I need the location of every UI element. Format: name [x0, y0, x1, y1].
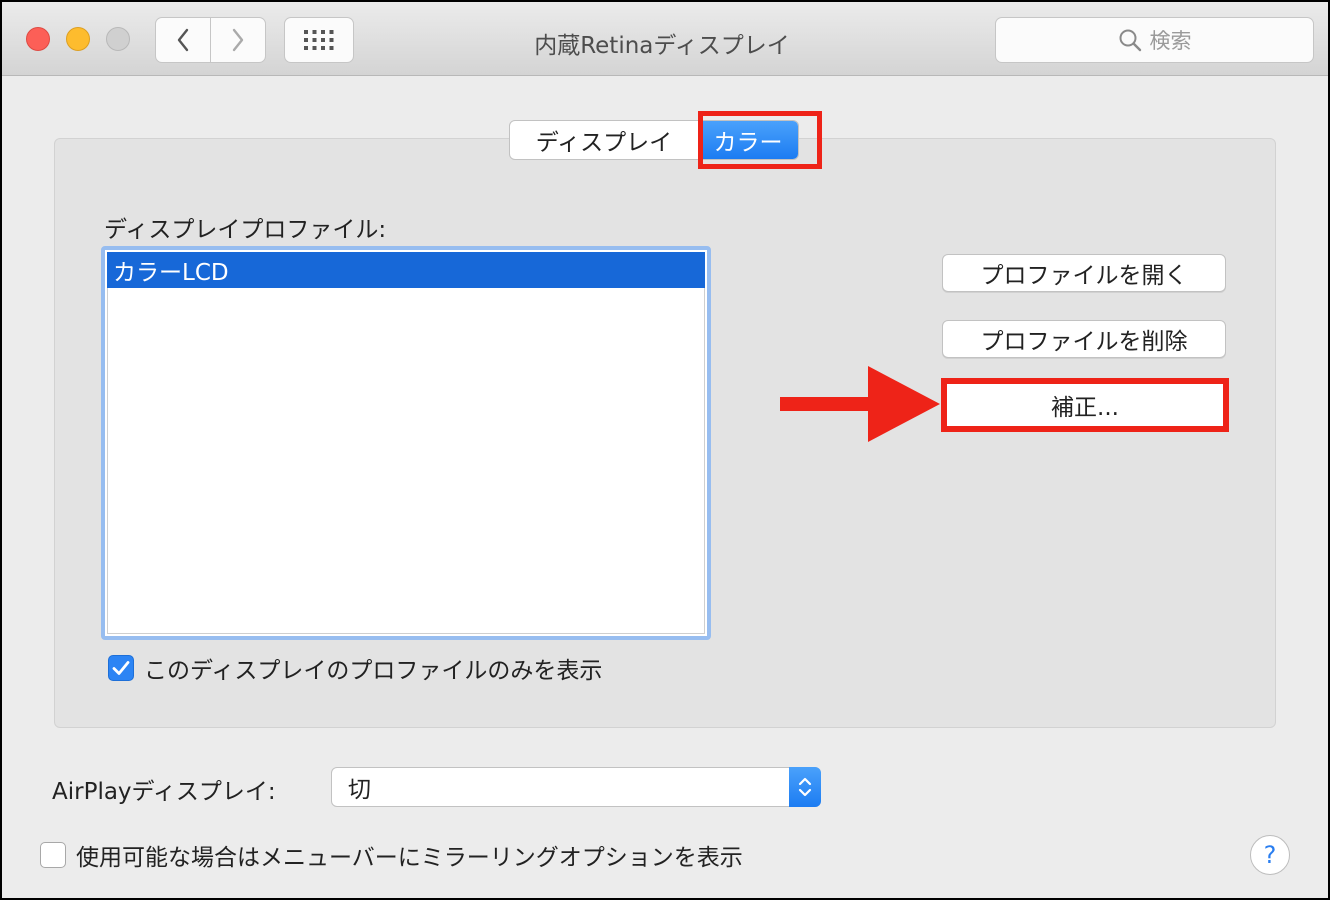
grid-icon	[304, 30, 334, 50]
navigation-buttons	[155, 17, 266, 63]
minimize-window-button[interactable]	[66, 27, 90, 51]
tab-display[interactable]: ディスプレイ	[510, 121, 698, 159]
open-profile-button[interactable]: プロファイルを開く	[942, 254, 1226, 292]
profile-list-frame	[107, 252, 705, 634]
search-field[interactable]: 検索	[995, 17, 1314, 63]
arrow-right-icon	[780, 366, 940, 442]
mirroring-option-checkbox[interactable]	[40, 842, 66, 868]
mirroring-option-label: 使用可能な場合はメニューバーにミラーリングオプションを表示	[76, 845, 743, 871]
up-down-chevron-icon	[798, 777, 812, 797]
chevron-right-icon	[232, 28, 244, 52]
only-this-display-label: このディスプレイのプロファイルのみを表示	[144, 658, 603, 684]
forward-button[interactable]	[210, 18, 265, 62]
close-window-button[interactable]	[26, 27, 50, 51]
airplay-label: AirPlayディスプレイ:	[52, 779, 276, 805]
search-icon	[1119, 29, 1141, 52]
system-preferences-window: 内蔵Retinaディスプレイ 検索 ディスプレイ カラー ディスプレイプロファイ…	[2, 2, 1328, 898]
airplay-select-value: 切	[348, 777, 371, 803]
tab-bar: ディスプレイ カラー	[509, 120, 799, 160]
mirroring-option-row[interactable]: 使用可能な場合はメニューバーにミラーリングオプションを表示	[40, 838, 743, 872]
back-button[interactable]	[156, 18, 210, 62]
list-item[interactable]: カラーLCD	[107, 252, 705, 288]
window-title: 内蔵Retinaディスプレイ	[534, 33, 790, 59]
only-this-display-row[interactable]: このディスプレイのプロファイルのみを表示	[108, 651, 602, 685]
delete-profile-button[interactable]: プロファイルを削除	[942, 320, 1226, 358]
profile-list[interactable]: カラーLCD	[101, 246, 711, 640]
tab-color[interactable]: カラー	[698, 121, 798, 159]
profile-list-label: ディスプレイプロファイル:	[104, 217, 387, 243]
checkmark-icon	[112, 661, 130, 675]
show-all-button[interactable]	[284, 17, 354, 63]
select-stepper[interactable]	[789, 767, 821, 807]
zoom-window-button[interactable]	[106, 27, 130, 51]
only-this-display-checkbox[interactable]	[108, 655, 134, 681]
calibrate-button[interactable]: 補正...	[941, 378, 1229, 432]
chevron-left-icon	[177, 28, 189, 52]
airplay-select[interactable]: 切	[331, 767, 821, 807]
search-placeholder: 検索	[1149, 29, 1192, 53]
title-bar: 内蔵Retinaディスプレイ 検索	[2, 2, 1328, 76]
help-button[interactable]: ?	[1250, 835, 1290, 875]
